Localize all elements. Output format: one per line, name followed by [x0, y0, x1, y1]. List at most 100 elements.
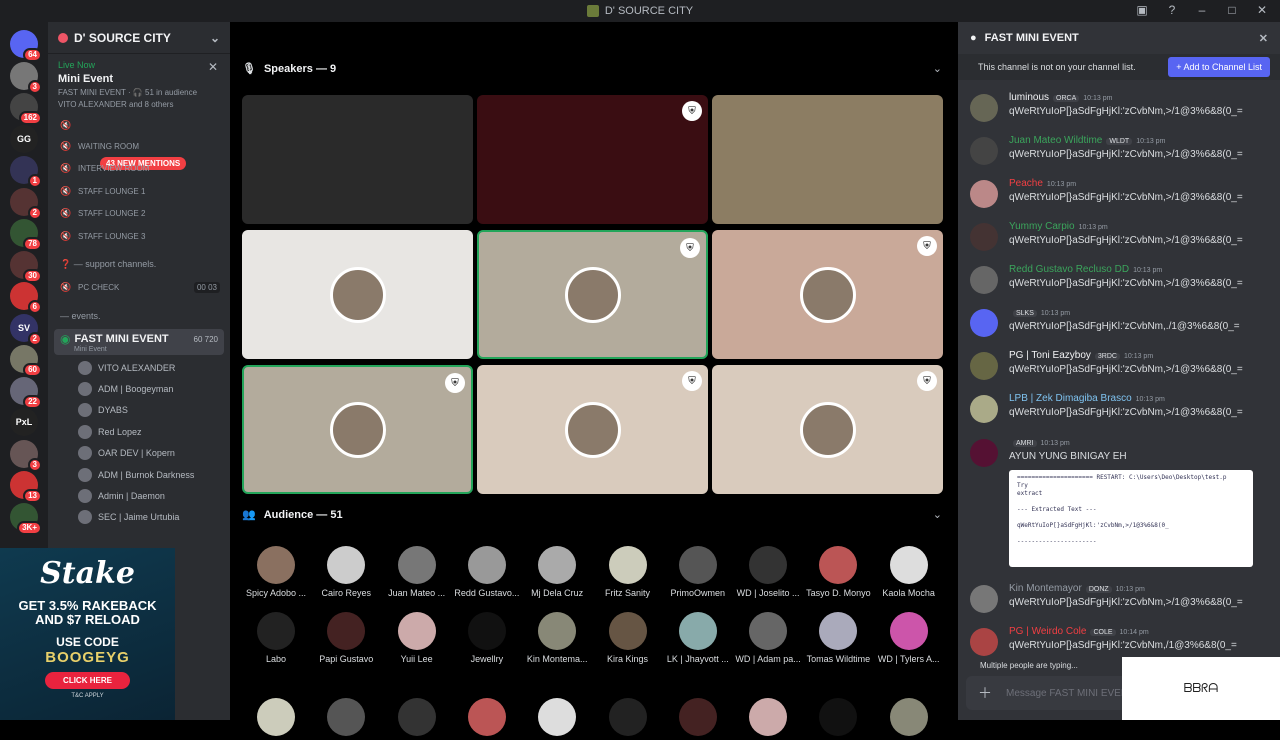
voice-channel[interactable]: 🔇 WAITING ROOM	[48, 135, 230, 158]
chat-message[interactable]: Kin Montemayor DONZ 10:13 pm qWeRtYuIoP[}aS…	[970, 583, 1270, 623]
server-header[interactable]: D' SOURCE CITY ⌄	[48, 22, 230, 54]
voice-user[interactable]: Admin | Daemon	[48, 485, 230, 506]
channel-hidden[interactable]: 🔇	[48, 115, 230, 135]
speakers-header[interactable]: 🎙 Speakers — 9	[242, 62, 336, 76]
audience-member[interactable]: Redd Gustavo...	[452, 546, 522, 598]
audience-member[interactable]: Fritz Sanity	[593, 546, 663, 598]
audience-member[interactable]	[452, 698, 522, 740]
voice-user[interactable]: ADM | Burnok Darkness	[48, 464, 230, 485]
audience-member[interactable]	[522, 698, 592, 740]
voice-user[interactable]: OAR DEV | Kopern	[48, 443, 230, 464]
server-icon[interactable]: 78	[10, 219, 42, 251]
audience-member[interactable]	[803, 698, 873, 740]
audience-member[interactable]: Kaola Mocha	[874, 546, 944, 598]
audience-member[interactable]: Kira Kings	[593, 612, 663, 664]
server-icon[interactable]: SV 2	[10, 313, 42, 346]
chat-message[interactable]: LPB | Zek Dimagiba Brasco 10:13 pm qWeRtYu…	[970, 393, 1270, 433]
audience-member[interactable]: Kin Montema...	[522, 612, 592, 664]
server-icon[interactable]: 1	[10, 156, 42, 188]
chevron-down-icon[interactable]: ⌄	[210, 31, 220, 45]
audience-member[interactable]: Cairo Reyes	[311, 546, 381, 598]
server-icon[interactable]: 64	[10, 30, 42, 62]
chevron-down-icon[interactable]: ⌄	[933, 508, 942, 521]
voice-channel[interactable]: 🔇 INTERVIEW ROOM	[48, 158, 230, 181]
speaker-tile[interactable]: ⛨	[477, 230, 708, 359]
click-here-button[interactable]: CLICK HERE	[45, 672, 130, 689]
server-icon[interactable]: 60	[10, 345, 42, 377]
speaker-tile[interactable]: ⛨	[242, 365, 473, 494]
audience-member[interactable]: Tasyo D. Monyo	[803, 546, 873, 598]
voice-channel[interactable]: 🔇 STAFF LOUNGE 1	[48, 180, 230, 203]
audience-member[interactable]: Mj Dela Cruz	[522, 546, 592, 598]
audience-member[interactable]: PrimoOwmen	[663, 546, 733, 598]
chevron-down-icon[interactable]: ⌄	[933, 62, 942, 75]
audience-member[interactable]	[241, 698, 311, 740]
audience-member[interactable]: WD | Tylers A...	[874, 612, 944, 664]
voice-user[interactable]: Red Lopez	[48, 421, 230, 442]
server-icon[interactable]: GG	[10, 124, 38, 153]
author-name[interactable]: PG | Toni Eazyboy	[1009, 350, 1091, 361]
chat-message[interactable]: luminous ORCA 10:13 pm qWeRtYuIoP[}aSdFgHjK…	[970, 92, 1270, 132]
plus-icon[interactable]: ＋	[978, 683, 992, 703]
inbox-icon[interactable]: ▣	[1134, 3, 1150, 17]
author-name[interactable]: PG | Weirdo Cole	[1009, 626, 1086, 637]
speaker-tile[interactable]: ⛨	[477, 365, 708, 494]
audience-member[interactable]: Juan Mateo ...	[382, 546, 452, 598]
audience-member[interactable]: LK | Jhayvott ...	[663, 612, 733, 664]
chat-message[interactable]: AMRI 10:13 pm AYUN YUNG BINIGAY EH	[970, 437, 1270, 477]
audience-member[interactable]: Jewellry	[452, 612, 522, 664]
speaker-tile[interactable]	[242, 230, 473, 359]
server-icon[interactable]: 162	[10, 93, 42, 125]
speaker-tile[interactable]: ⛨	[477, 95, 708, 224]
chat-message[interactable]: Peache 10:13 pm qWeRtYuIoP[}aSdFgHjKl:'zCv…	[970, 178, 1270, 218]
author-name[interactable]: LPB | Zek Dimagiba Brasco	[1009, 393, 1132, 404]
chat-message[interactable]: Redd Gustavo Recluso DD 10:13 pm qWeRtYuIo…	[970, 264, 1270, 304]
voice-user[interactable]: VITO ALEXANDER	[48, 357, 230, 378]
voice-user[interactable]: DYABS	[48, 400, 230, 421]
author-name[interactable]: Juan Mateo Wildtime	[1009, 135, 1102, 146]
author-name[interactable]: Kin Montemayor	[1009, 583, 1082, 594]
close-icon[interactable]: ✕	[1254, 3, 1270, 17]
channel-fast-mini-event[interactable]: ◉ FAST MINI EVENT 60 720 Mini Event	[54, 329, 224, 355]
close-icon[interactable]: ✕	[1259, 32, 1268, 45]
voice-user[interactable]: SEC | Jaime Urtubia	[48, 507, 230, 528]
server-icon[interactable]: 13	[10, 471, 42, 503]
audience-member[interactable]: Labo	[241, 612, 311, 664]
server-icon[interactable]: 30	[10, 250, 42, 283]
audience-member[interactable]: WD | Joselito ...	[733, 546, 803, 598]
voice-channel[interactable]: 🔇 STAFF LOUNGE 2	[48, 203, 230, 226]
audience-member[interactable]	[382, 698, 452, 740]
audience-member[interactable]	[311, 698, 381, 740]
audience-member[interactable]	[663, 698, 733, 740]
audience-member[interactable]: Papi Gustavo	[311, 612, 381, 664]
audience-member[interactable]	[733, 698, 803, 740]
chat-message[interactable]: SLKS 10:13 pm qWeRtYuIoP[}aSdFgHjKl:'zCvbN…	[970, 307, 1270, 347]
chat-message[interactable]: PG | Weirdo Cole COLE 10:14 pm qWeRtYuIoP[}…	[970, 626, 1270, 666]
audience-member[interactable]: Yuii Lee	[382, 612, 452, 664]
add-to-channel-list-button[interactable]: + Add to Channel List	[1168, 57, 1270, 77]
server-icon[interactable]: 3	[10, 61, 42, 94]
speaker-tile[interactable]: ⛨	[712, 230, 943, 359]
code-screenshot[interactable]: ===================== RESTART: C:\Users\…	[1009, 470, 1253, 567]
stake-ad[interactable]: Stake GET 3.5% RAKEBACK AND $7 RELOAD US…	[0, 548, 175, 720]
author-name[interactable]: Peache	[1009, 178, 1043, 189]
speaker-tile[interactable]: ⛨	[712, 365, 943, 494]
close-icon[interactable]: ✕	[208, 60, 218, 74]
maximize-icon[interactable]: □	[1224, 3, 1240, 17]
author-name[interactable]: Yummy Carpio	[1009, 221, 1075, 232]
audience-header[interactable]: 👥 Audience — 51	[242, 508, 343, 522]
speaker-tile[interactable]	[712, 95, 943, 224]
author-name[interactable]: Redd Gustavo Recluso DD	[1009, 264, 1129, 275]
voice-user[interactable]: ADM | Boogeyman	[48, 378, 230, 399]
server-icon[interactable]: 3	[10, 439, 42, 472]
category-support[interactable]: ❓ — support channels.	[48, 254, 230, 277]
server-icon[interactable]: 2	[10, 187, 42, 220]
server-icon[interactable]: 6	[10, 282, 42, 314]
help-icon[interactable]: ?	[1164, 3, 1180, 17]
voice-channel[interactable]: 🔇 STAFF LOUNGE 3	[48, 225, 230, 248]
audience-member[interactable]: Spicy Adobo ...	[241, 546, 311, 598]
audience-member[interactable]: Tomas Wildtime	[803, 612, 873, 664]
author-name[interactable]: luminous	[1009, 92, 1049, 103]
audience-member[interactable]	[874, 698, 944, 740]
chat-message[interactable]: Yummy Carpio 10:13 pm qWeRtYuIoP[}aSdFgHjK…	[970, 221, 1270, 261]
